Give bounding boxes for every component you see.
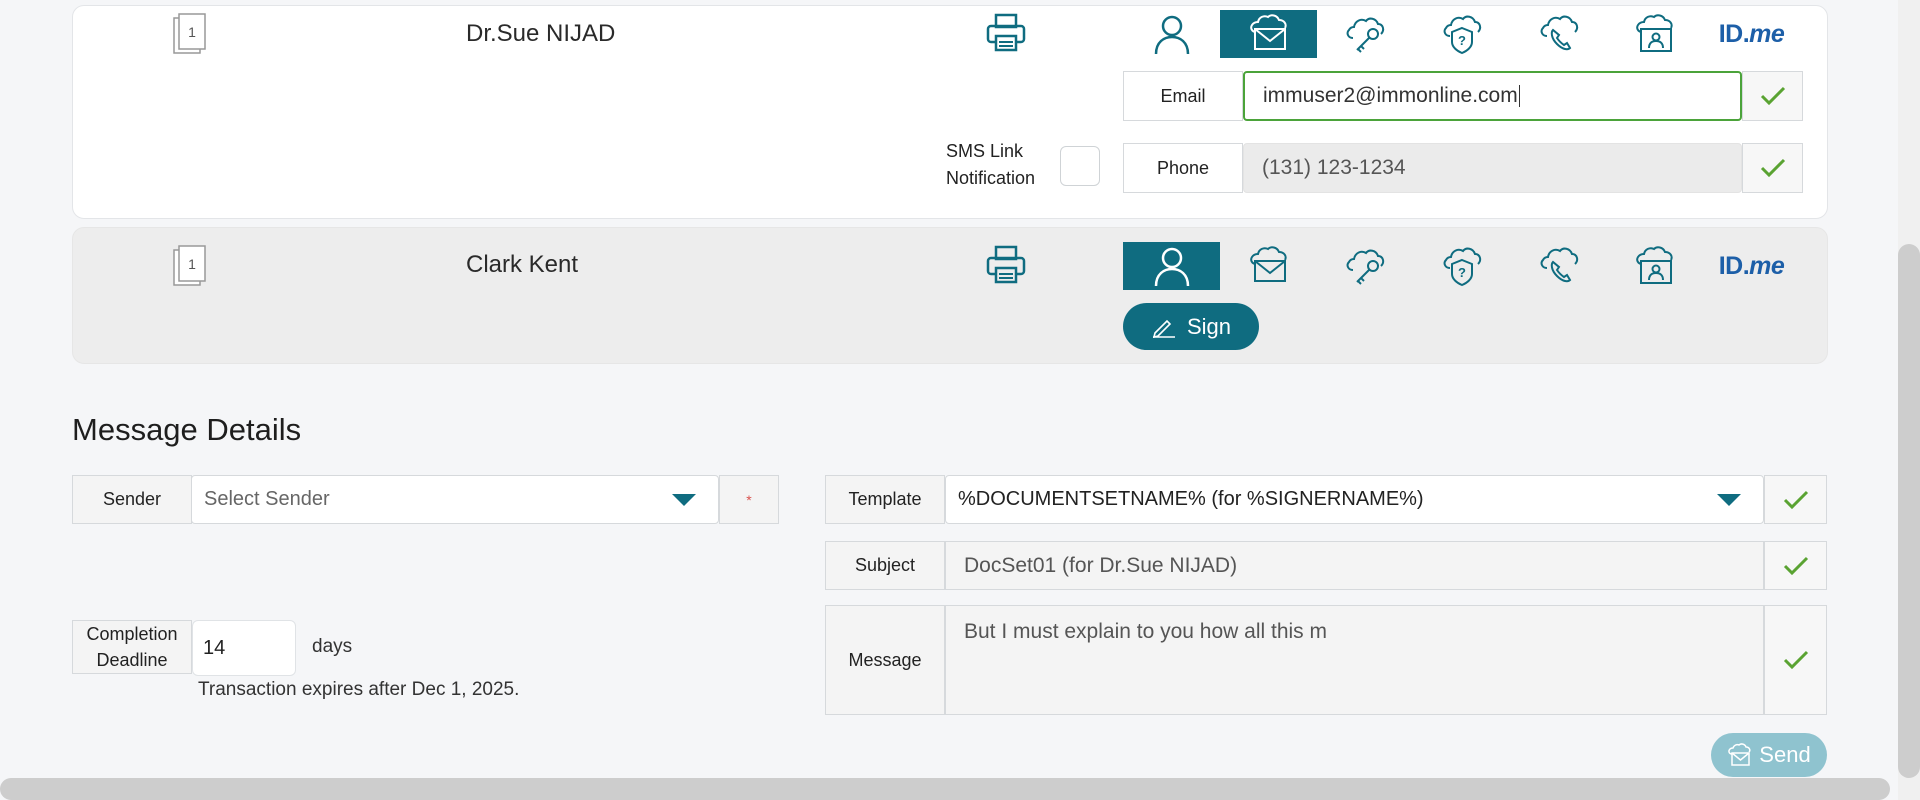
email-confirm-button[interactable]: [1742, 71, 1803, 121]
user-icon: [1154, 247, 1189, 287]
checkmark-icon: [1783, 556, 1808, 575]
idme-logo-id: ID.: [1718, 19, 1750, 48]
phone-confirm-button[interactable]: [1742, 143, 1803, 193]
subject-label: Subject: [825, 541, 945, 590]
email-cloud-icon: [1249, 14, 1287, 50]
cloud-question-icon: ?: [1443, 15, 1481, 55]
sms-label-line2: Notification: [946, 168, 1036, 188]
checkmark-icon: [1760, 158, 1785, 178]
idme-logo-me: me: [1749, 251, 1785, 280]
phone-field[interactable]: (131) 123-1234: [1243, 143, 1742, 193]
auth-phone-button[interactable]: [1510, 242, 1607, 290]
auth-id-button[interactable]: [1606, 10, 1703, 58]
print-icon[interactable]: [985, 12, 1027, 54]
signer-name: Dr.Sue NIJAD: [466, 20, 616, 47]
svg-text:1: 1: [188, 256, 196, 272]
template-select[interactable]: %DOCUMENTSETNAME% (for %SIGNERNAME%): [945, 475, 1764, 524]
cloud-phone-icon: [1540, 247, 1578, 283]
send-button-label: Send: [1759, 742, 1811, 767]
idme-logo: ID.me: [1719, 252, 1785, 281]
subject-field[interactable]: DocSet01 (for Dr.Sue NIJAD): [945, 541, 1764, 590]
email-field[interactable]: immuser2@immonline.com: [1243, 71, 1742, 121]
auth-user-button[interactable]: [1123, 10, 1220, 58]
vertical-scrollbar-thumb[interactable]: [1898, 244, 1920, 778]
chevron-down-icon: [672, 493, 696, 506]
sender-select-placeholder: Select Sender: [204, 488, 330, 510]
auth-idme-button[interactable]: ID.me: [1703, 10, 1800, 58]
id-card-icon: [1635, 246, 1673, 284]
cloud-phone-icon: [1540, 15, 1578, 51]
message-confirm-button[interactable]: [1764, 605, 1827, 715]
auth-phone-button[interactable]: [1510, 10, 1607, 58]
message-textarea[interactable]: But I must explain to you how all this m: [945, 605, 1764, 715]
idme-logo: ID.me: [1719, 20, 1785, 49]
cloud-question-icon: ?: [1443, 247, 1481, 287]
sender-select[interactable]: Select Sender: [191, 475, 719, 524]
cloud-key-icon: [1346, 17, 1384, 53]
idme-logo-id: ID.: [1718, 251, 1750, 280]
cloud-key-icon: [1346, 249, 1384, 285]
template-select-value: %DOCUMENTSETNAME% (for %SIGNERNAME%): [958, 488, 1424, 510]
subject-confirm-button[interactable]: [1764, 541, 1827, 590]
template-confirm-button[interactable]: [1764, 475, 1827, 524]
auth-kba-button[interactable]: [1316, 242, 1413, 290]
auth-email-button[interactable]: [1220, 242, 1317, 290]
signature-pen-icon: [1152, 319, 1175, 338]
auth-idme-button[interactable]: ID.me: [1703, 242, 1800, 290]
checkmark-icon: [1783, 650, 1808, 670]
document-count-icon: 1: [173, 13, 206, 54]
message-label: Message: [825, 605, 945, 715]
chevron-down-icon: [1717, 493, 1741, 506]
completion-deadline-label: Completion Deadline: [72, 620, 192, 674]
document-count-icon: 1: [173, 245, 206, 286]
auth-user-button[interactable]: [1123, 242, 1220, 290]
deadline-label-line2: Deadline: [96, 650, 168, 670]
auth-kba-button[interactable]: [1316, 10, 1413, 58]
user-icon: [1154, 15, 1189, 55]
email-field-value: immuser2@immonline.com: [1263, 84, 1518, 107]
idme-logo-me: me: [1749, 19, 1785, 48]
checkmark-icon: [1760, 86, 1785, 106]
horizontal-scrollbar[interactable]: [0, 778, 1890, 800]
sender-label: Sender: [72, 475, 192, 524]
email-cloud-icon: [1249, 246, 1287, 282]
svg-text:?: ?: [1458, 33, 1466, 48]
send-button[interactable]: Send: [1711, 733, 1827, 777]
svg-text:?: ?: [1458, 265, 1466, 280]
auth-question-button[interactable]: ?: [1413, 10, 1510, 58]
id-card-icon: [1635, 14, 1673, 52]
svg-text:1: 1: [188, 24, 196, 40]
auth-question-button[interactable]: ?: [1413, 242, 1510, 290]
email-label: Email: [1123, 71, 1243, 121]
sign-button-label: Sign: [1186, 313, 1232, 339]
expiry-text: Transaction expires after Dec 1, 2025.: [198, 679, 520, 700]
send-mail-icon: [1728, 743, 1751, 766]
signer-name: Clark Kent: [466, 251, 579, 278]
phone-label: Phone: [1123, 143, 1243, 193]
required-indicator: *: [719, 475, 779, 524]
completion-deadline-input[interactable]: 14: [192, 620, 296, 676]
print-icon[interactable]: [985, 244, 1027, 286]
deadline-unit: days: [312, 636, 353, 657]
auth-id-button[interactable]: [1606, 242, 1703, 290]
sms-notification-checkbox[interactable]: [1060, 146, 1100, 186]
message-details-title: Message Details: [72, 412, 302, 447]
sms-label-line1: SMS Link: [946, 141, 1024, 161]
checkmark-icon: [1783, 490, 1808, 509]
auth-email-button[interactable]: [1220, 10, 1317, 58]
sign-button[interactable]: Sign: [1123, 303, 1259, 350]
template-label: Template: [825, 475, 945, 524]
deadline-label-line1: Completion: [86, 624, 178, 644]
sms-link-label: SMS Link Notification: [946, 138, 1035, 192]
